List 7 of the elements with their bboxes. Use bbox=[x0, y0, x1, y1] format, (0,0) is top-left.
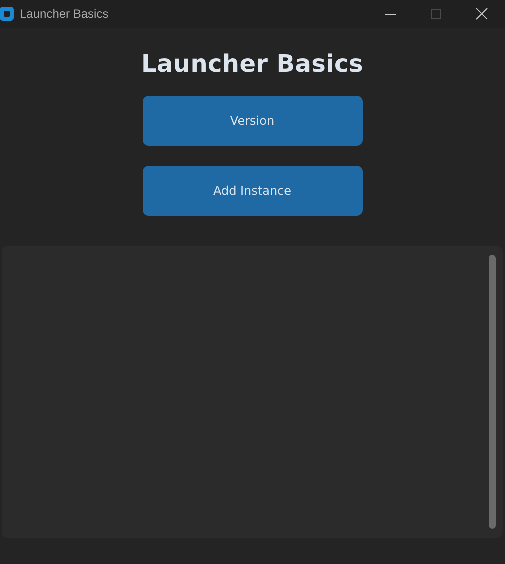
action-button[interactable]: Add Instance bbox=[142, 166, 362, 216]
app-heading: Launcher Basics bbox=[142, 50, 364, 78]
close-icon[interactable] bbox=[476, 8, 488, 20]
output-textbox[interactable] bbox=[2, 246, 503, 538]
action-button[interactable]: Version bbox=[142, 96, 362, 146]
scrollbar[interactable] bbox=[489, 255, 496, 529]
window-title: Launcher Basics bbox=[20, 7, 110, 21]
